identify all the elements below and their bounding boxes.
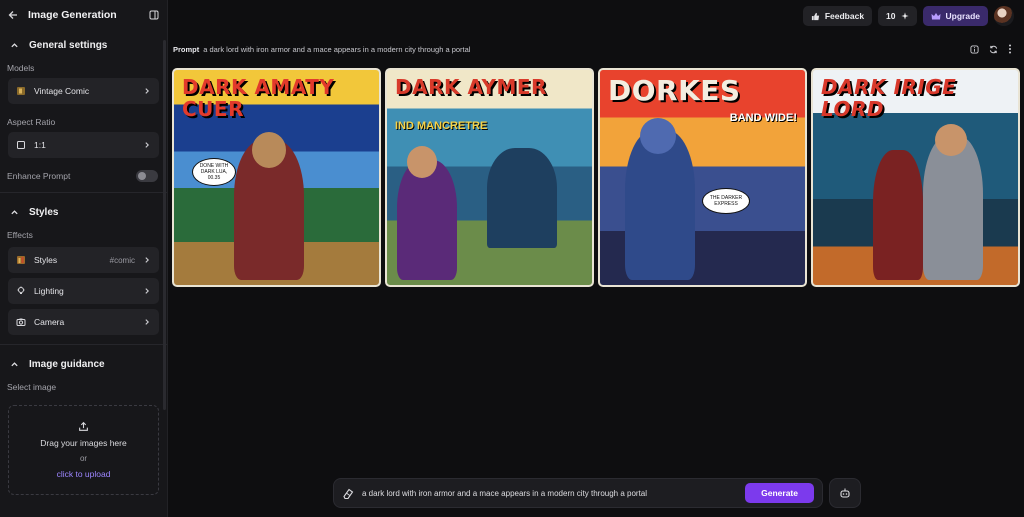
assistant-button[interactable] [829,478,861,508]
more-vertical-icon[interactable] [1008,44,1012,54]
sidebar-title: Image Generation [28,9,117,21]
upload-or: or [79,454,88,463]
image-upload-dropzone[interactable]: Drag your images here or click to upload [8,405,159,495]
effect-label: Styles [34,255,58,265]
general-settings-header[interactable]: General settings [0,32,167,58]
chevron-right-icon [143,87,151,95]
model-value: Vintage Comic [34,86,90,96]
figure-illustration [407,146,437,178]
chevron-right-icon [143,256,151,264]
upgrade-label: Upgrade [945,11,980,21]
thumbs-up-icon [811,12,820,21]
image-subtitle: BAND WIDE! [729,112,797,124]
speech-bubble: DONE WITH DARK LUA, 00.35 [192,158,236,186]
generation-tools [970,44,1012,54]
chevron-up-icon [10,208,19,217]
general-settings-label: General settings [29,39,108,51]
chevron-up-icon [10,360,19,369]
effect-styles-button[interactable]: Styles #comic [8,247,159,273]
sidebar: Image Generation General settings Models… [0,0,168,517]
credits-count: 10 [886,11,896,21]
aspect-ratio-value: 1:1 [34,140,46,150]
lightbulb-icon [16,286,26,296]
styles-icon [16,255,26,265]
figure-illustration [873,150,923,280]
avatar[interactable] [994,6,1014,26]
figure-illustration [397,160,457,280]
square-icon [16,140,26,150]
feedback-button[interactable]: Feedback [802,6,873,26]
divider [0,344,167,345]
select-image-label: Select image [7,382,57,392]
styles-section-header[interactable]: Styles [0,199,167,225]
chevron-right-icon [143,318,151,326]
figure-illustration [935,124,967,156]
generation-prompt: Prompt a dark lord with iron armor and a … [173,45,470,54]
chevron-right-icon [143,141,151,149]
enhance-prompt-row: Enhance Prompt [0,166,167,186]
sidebar-scrollbar[interactable] [163,40,166,410]
speech-bubble: THE DARKER EXPRESS [702,188,750,214]
effect-label: Lighting [34,286,64,296]
eraser-icon[interactable] [342,487,354,499]
generated-image-4[interactable]: DARK IRIGE LORD [811,68,1020,287]
image-gallery: DARK AMATY CUER DONE WITH DARK LUA, 00.3… [172,68,1020,287]
camera-icon [16,317,26,327]
image-guidance-header[interactable]: Image guidance [0,351,167,377]
image-headline: DORKES [608,74,741,107]
prompt-text: a dark lord with iron armor and a mace a… [203,45,471,54]
generated-image-2[interactable]: DARK AYMER IND MANCRETRE [385,68,594,287]
generated-image-1[interactable]: DARK AMATY CUER DONE WITH DARK LUA, 00.3… [172,68,381,287]
back-arrow-icon[interactable] [8,10,18,20]
enhance-prompt-label: Enhance Prompt [7,171,71,181]
prompt-label: Prompt [173,45,200,54]
image-guidance-label: Image guidance [29,358,105,370]
figure-illustration [923,136,983,280]
upload-instructions: Drag your images here [40,438,127,448]
divider [0,192,167,193]
model-selector[interactable]: Vintage Comic [8,78,159,104]
effect-label: Camera [34,317,65,327]
feedback-label: Feedback [824,11,865,21]
chevron-up-icon [10,41,19,50]
enhance-prompt-toggle[interactable] [136,170,158,182]
sparkle-icon [900,12,909,20]
image-headline: DARK IRIGE LORD [821,75,957,121]
figure-illustration [252,132,286,168]
image-subtitle: IND MANCRETRE [395,120,488,132]
upload-icon [78,421,89,432]
aspect-ratio-selector[interactable]: 1:1 [8,132,159,158]
generate-button[interactable]: Generate [745,483,814,503]
model-thumbnail-icon [16,86,26,96]
styles-section-label: Styles [29,206,59,218]
regenerate-icon[interactable] [989,44,998,54]
image-headline: DARK AMATY CUER [182,75,335,121]
topbar: Feedback 10 Upgrade [802,5,1014,27]
robot-icon [839,487,851,499]
aspect-ratio-label: Aspect Ratio [7,117,56,127]
prompt-input[interactable]: a dark lord with iron armor and a mace a… [362,489,737,498]
portal-illustration [487,148,557,248]
effect-lighting-button[interactable]: Lighting [8,278,159,304]
credits-button[interactable]: 10 [878,6,917,26]
effect-camera-button[interactable]: Camera [8,309,159,335]
collapse-panel-icon[interactable] [149,10,159,20]
effects-label: Effects [7,230,33,240]
sidebar-header: Image Generation [0,0,167,30]
image-headline: DARK AYMER [395,75,547,99]
effect-meta: #comic [109,255,135,265]
generated-image-3[interactable]: DORKES BAND WIDE! THE DARKER EXPRESS [598,68,807,287]
chevron-right-icon [143,287,151,295]
info-icon[interactable] [970,44,979,54]
crown-icon [931,12,941,21]
upgrade-button[interactable]: Upgrade [922,6,988,26]
figure-illustration [640,118,676,154]
prompt-composer: a dark lord with iron armor and a mace a… [333,478,823,508]
models-label: Models [7,63,35,73]
click-to-upload-link[interactable]: click to upload [57,469,111,479]
